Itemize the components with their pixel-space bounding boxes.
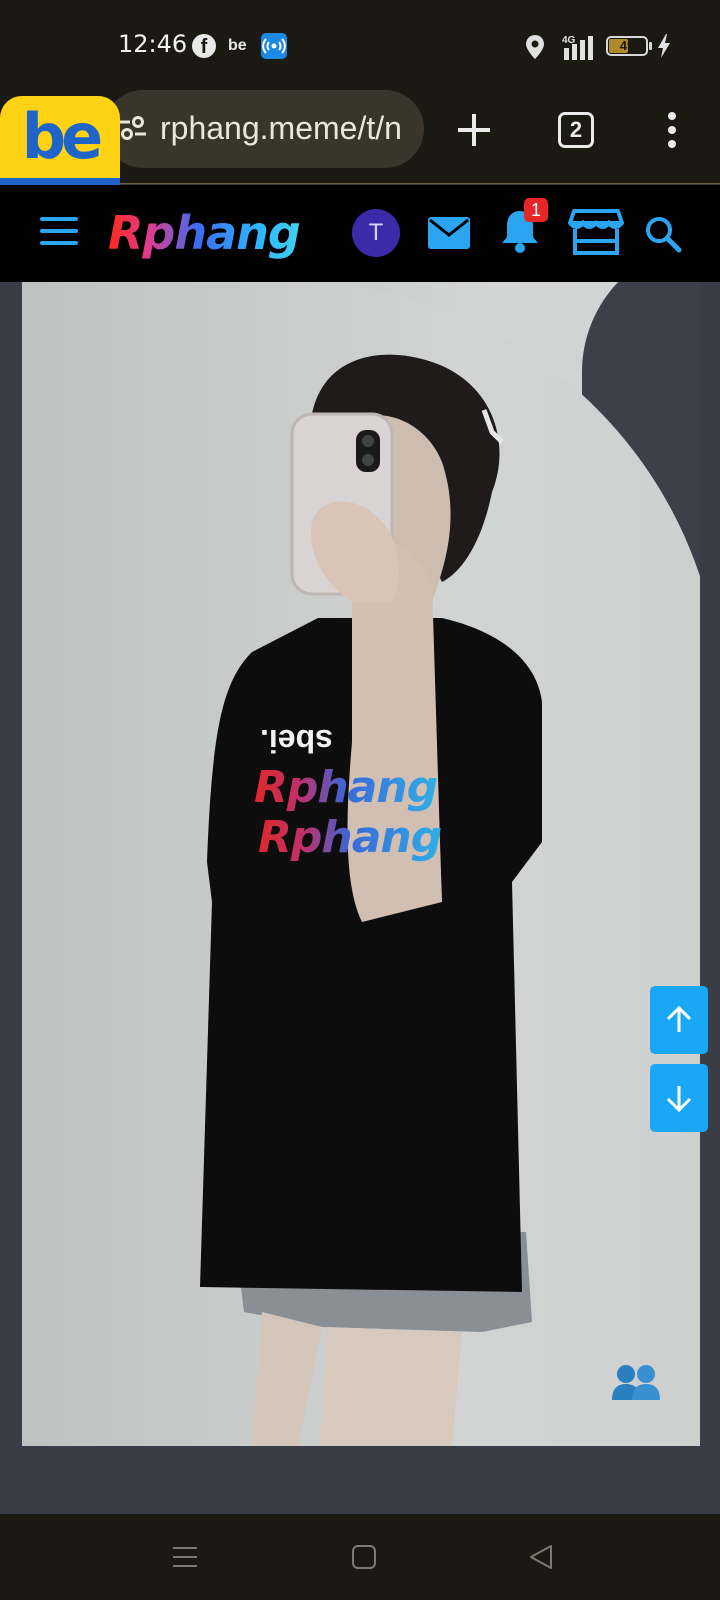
hamburger-menu-icon[interactable] bbox=[40, 217, 80, 249]
status-time: 12:46 bbox=[118, 30, 188, 58]
hamburger-line bbox=[40, 229, 78, 233]
notification-badge: 1 bbox=[524, 198, 548, 222]
facebook-icon: f bbox=[192, 34, 216, 58]
battery-cap bbox=[649, 42, 652, 50]
menu-dot bbox=[668, 126, 676, 134]
url-text[interactable]: rphang.meme/t/n bbox=[160, 110, 418, 147]
behance-icon: be bbox=[228, 37, 247, 54]
user-avatar[interactable]: T bbox=[352, 209, 400, 257]
mail-icon[interactable] bbox=[427, 215, 471, 256]
hotspot-icon bbox=[261, 33, 287, 59]
signal-icon: 4G bbox=[562, 34, 598, 62]
menu-dot bbox=[668, 140, 676, 148]
page-footer bbox=[0, 1446, 720, 1514]
person-figure bbox=[200, 354, 542, 1446]
site-settings-icon[interactable] bbox=[118, 114, 148, 147]
arrow-up-icon bbox=[666, 1006, 692, 1032]
watermark-text: Rphang bbox=[254, 762, 438, 813]
tab-switcher-button[interactable]: 2 bbox=[558, 112, 594, 148]
system-navigation-bar bbox=[0, 1514, 720, 1600]
scroll-to-bottom-button[interactable] bbox=[650, 1064, 708, 1132]
site-logo[interactable]: Rphang bbox=[108, 201, 308, 265]
hamburger-line bbox=[40, 241, 78, 245]
search-icon[interactable] bbox=[644, 215, 682, 258]
site-header: Rphang T bbox=[0, 185, 720, 282]
status-bar: 12:46 f be 4G 49 bbox=[0, 0, 720, 90]
be-logo: be bbox=[21, 100, 103, 173]
post-image[interactable]: sbei. Rphang Rphang bbox=[22, 282, 700, 1446]
address-bar[interactable]: rphang.meme/t/n bbox=[104, 90, 424, 168]
store-icon[interactable] bbox=[568, 207, 624, 262]
arrow-down-icon bbox=[666, 1086, 692, 1112]
new-tab-button[interactable] bbox=[454, 110, 494, 150]
location-icon bbox=[524, 34, 546, 62]
charging-icon bbox=[657, 34, 671, 62]
recent-apps-icon[interactable] bbox=[172, 1544, 198, 1570]
battery-level: 49 bbox=[619, 38, 635, 53]
watermark-text: Rphang bbox=[258, 812, 442, 863]
more-menu-button[interactable] bbox=[658, 108, 686, 152]
plus-icon bbox=[458, 114, 490, 146]
battery-icon: 49 bbox=[606, 36, 648, 56]
menu-dot bbox=[668, 112, 676, 120]
shirt-print-text: sbei. bbox=[260, 723, 333, 759]
back-icon[interactable] bbox=[528, 1544, 554, 1570]
home-icon[interactable] bbox=[351, 1544, 377, 1570]
users-icon[interactable] bbox=[610, 1362, 662, 1407]
hamburger-line bbox=[40, 217, 78, 221]
scroll-to-top-button[interactable] bbox=[650, 986, 708, 1054]
